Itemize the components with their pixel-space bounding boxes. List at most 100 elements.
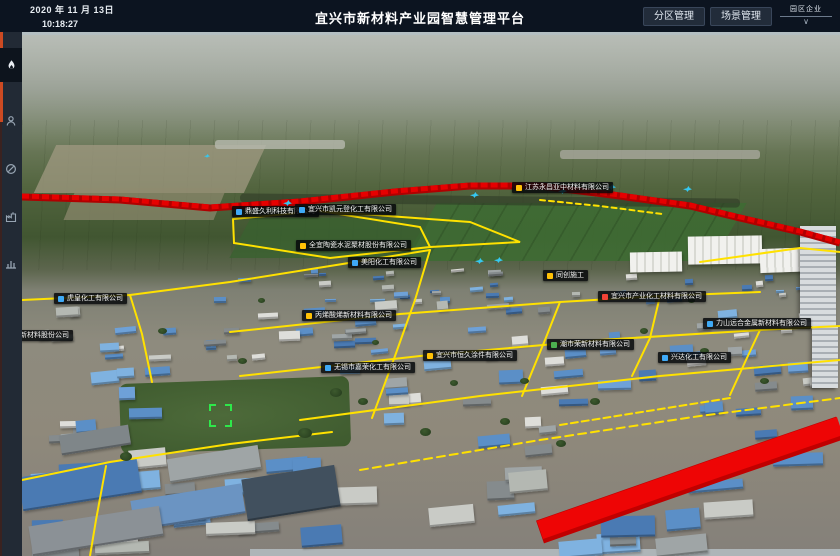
company-marker-icon — [300, 243, 306, 249]
company-marker-icon — [516, 185, 522, 191]
selection-reticle — [209, 404, 232, 427]
building — [508, 469, 548, 493]
building — [558, 538, 602, 556]
building — [382, 285, 394, 292]
company-label[interactable]: 宜兴市凯元登化工有限公司 — [295, 204, 396, 215]
building — [214, 297, 226, 303]
company-marker-icon — [352, 260, 358, 266]
highrise-tower — [800, 226, 836, 326]
building — [227, 355, 237, 362]
compass-icon[interactable] — [0, 154, 22, 184]
user-icon[interactable] — [0, 106, 22, 136]
building — [490, 283, 498, 288]
company-label[interactable]: 宜兴市产业化工材料有限公司 — [598, 291, 706, 302]
tree — [330, 388, 342, 397]
building — [325, 299, 336, 302]
building — [742, 349, 757, 357]
building — [685, 279, 693, 286]
white-building-row — [630, 252, 682, 273]
tree — [500, 418, 510, 425]
bar-chart-icon[interactable] — [0, 248, 22, 278]
tree — [158, 328, 167, 334]
company-label-text: 同创施工 — [556, 270, 584, 281]
building — [559, 399, 588, 407]
company-marker-icon — [299, 207, 305, 213]
company-label-text: 美阳化工有限公司 — [361, 257, 417, 268]
company-label[interactable]: 宜兴市恒久涂件有限公司 — [423, 350, 517, 361]
app-window: 鼎盛久利科技有限公司 宜兴市凯元登化工有限公司 全宜陶瓷水泥聚材股份有限公司 美… — [0, 0, 840, 556]
company-label[interactable]: 全宜陶瓷水泥聚材股份有限公司 — [296, 240, 411, 251]
company-label-text: 宜兴市恒久涂件有限公司 — [436, 350, 513, 361]
zone-management-button[interactable]: 分区管理 — [643, 7, 705, 26]
highrise-tower — [812, 326, 838, 388]
park-enterprise-dropdown[interactable]: 园区企业 ∨ — [780, 4, 832, 26]
scene-management-button[interactable]: 场景管理 — [710, 7, 772, 26]
building — [756, 281, 764, 288]
top-bar: 2020 年 11 月 13日 10:18:27 宜兴市新材料产业园智慧管理平台… — [0, 0, 840, 32]
building — [779, 293, 786, 298]
company-label[interactable]: 同创施工 — [543, 270, 588, 281]
building — [304, 274, 318, 278]
company-label[interactable]: 虎皇化工有限公司 — [54, 293, 127, 304]
company-marker-icon — [427, 353, 433, 359]
bare-field-patch — [34, 145, 266, 193]
white-building-row — [688, 235, 762, 264]
building — [545, 356, 565, 366]
company-marker-icon — [325, 365, 331, 371]
building — [386, 271, 394, 277]
company-label-text: 江苏永昌亚中材料有限公司 — [525, 182, 609, 193]
company-label-text: 宜兴市凯元登化工有限公司 — [308, 204, 392, 215]
company-marker-icon — [551, 342, 557, 348]
building — [319, 281, 331, 288]
building — [773, 452, 823, 466]
tree — [372, 340, 379, 345]
company-label-text: 力山远合金属新材料有限公司 — [716, 318, 807, 329]
building — [791, 396, 814, 411]
company-label[interactable]: 潮市荣新材料有限公司 — [547, 339, 634, 350]
distant-town-strip — [215, 140, 345, 149]
distant-town-strip — [560, 150, 760, 159]
bottom-road — [250, 549, 840, 556]
building — [639, 370, 657, 382]
tree — [238, 358, 247, 364]
factory-icon[interactable] — [0, 202, 22, 232]
building — [598, 380, 631, 391]
building — [393, 324, 407, 330]
building — [389, 394, 409, 407]
building — [414, 299, 422, 305]
building — [258, 313, 278, 320]
company-label-text: 兴达化工有限公司 — [671, 352, 727, 363]
building — [788, 361, 809, 373]
building — [538, 306, 551, 314]
building — [145, 366, 171, 377]
company-label-text: 无锡市嘉荣化工有限公司 — [334, 362, 411, 373]
building — [486, 293, 499, 299]
tree — [120, 452, 132, 461]
tree — [640, 328, 648, 334]
chevron-down-icon: ∨ — [780, 18, 832, 26]
company-label[interactable]: 丙烯酸烯新材料有限公司 — [302, 310, 396, 321]
building — [742, 285, 752, 292]
building — [432, 291, 441, 295]
company-label[interactable]: 江苏永昌亚中材料有限公司 — [512, 182, 613, 193]
building — [463, 399, 491, 407]
building — [626, 274, 637, 281]
building — [572, 292, 580, 297]
building — [468, 326, 486, 333]
company-label[interactable]: 无锡市嘉荣化工有限公司 — [321, 362, 415, 373]
building — [703, 499, 753, 519]
building — [384, 413, 404, 426]
building — [279, 331, 300, 342]
building — [300, 524, 343, 547]
company-marker-icon — [306, 313, 312, 319]
company-label[interactable]: 力山远合金属新材料有限公司 — [703, 318, 811, 329]
company-label[interactable]: 兴达化工有限公司 — [658, 352, 731, 363]
tree — [450, 380, 458, 386]
company-marker-icon — [547, 273, 553, 279]
sidebar-accent-bar-dim — [0, 122, 2, 556]
company-label[interactable]: 美阳化工有限公司 — [348, 257, 421, 268]
tree — [556, 440, 566, 447]
building — [119, 387, 135, 400]
flame-icon[interactable] — [0, 48, 22, 82]
tree — [298, 428, 312, 438]
